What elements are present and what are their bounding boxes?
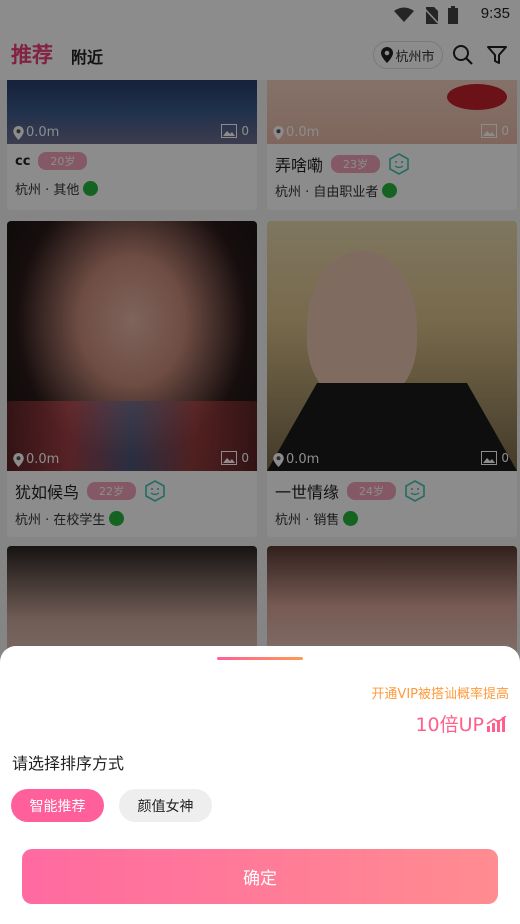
sheet-handle[interactable] <box>217 657 303 660</box>
trend-up-icon <box>486 715 507 732</box>
confirm-button[interactable]: 确定 <box>22 849 498 904</box>
sheet-title: 请选择排序方式 <box>12 754 125 773</box>
sort-option-smart[interactable]: 智能推荐 <box>11 789 104 822</box>
vip-promo-text[interactable]: 开通VIP被搭讪概率提高 <box>371 683 509 702</box>
sort-bottom-sheet: 开通VIP被搭讪概率提高 10倍UP 请选择排序方式 智能推荐 颜值女神 确定 <box>0 646 520 924</box>
vip-boost[interactable]: 10倍UP <box>415 710 508 737</box>
vip-boost-label: 10倍UP <box>415 714 484 736</box>
sort-option-beauty[interactable]: 颜值女神 <box>119 789 212 822</box>
